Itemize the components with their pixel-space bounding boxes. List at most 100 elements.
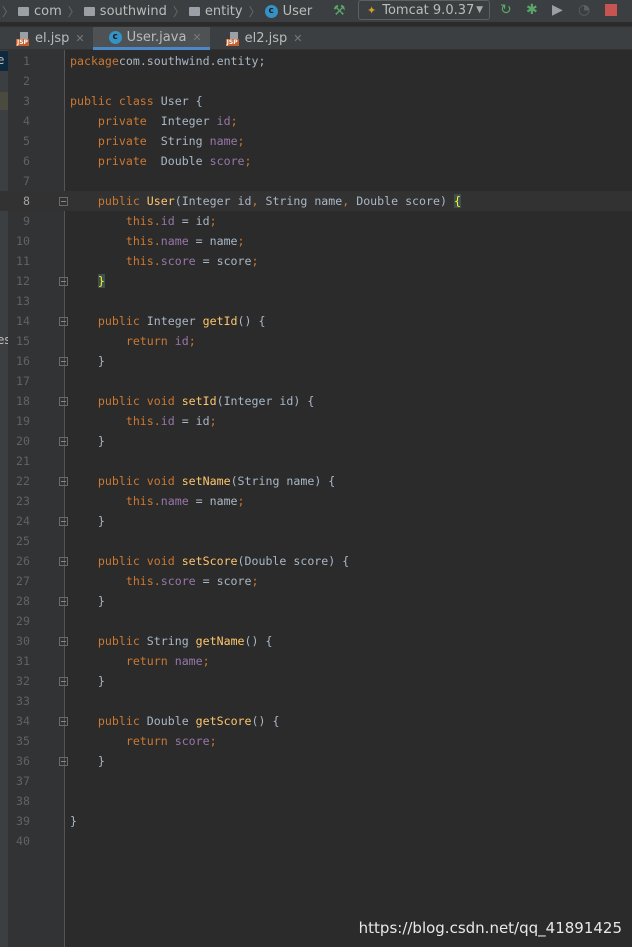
line-number[interactable]: 13 (8, 291, 30, 311)
code-line[interactable]: 12 } (0, 271, 632, 291)
line-number[interactable]: 12 (8, 271, 30, 291)
code-line[interactable]: 3 public class User { (0, 91, 632, 111)
line-number[interactable]: 4 (8, 111, 30, 131)
line-number[interactable]: 3 (8, 91, 30, 111)
line-number[interactable]: 15 (8, 331, 30, 351)
fold-toggle-icon[interactable] (59, 677, 68, 686)
run-configuration-select[interactable]: ✦ Tomcat 9.0.37 ▼ (358, 0, 490, 20)
line-number[interactable]: 30 (8, 631, 30, 651)
close-icon[interactable]: ✕ (192, 31, 201, 44)
code-line[interactable]: 35 return score; (0, 731, 632, 751)
line-number[interactable]: 26 (8, 551, 30, 571)
code-line[interactable]: 5 private String name; (0, 131, 632, 151)
line-number[interactable]: 32 (8, 671, 30, 691)
line-number[interactable]: 31 (8, 651, 30, 671)
code-line[interactable]: 24 } (0, 511, 632, 531)
breadcrumb-southwind[interactable]: southwind (83, 4, 167, 19)
code-line[interactable]: 16 } (0, 351, 632, 371)
code-line[interactable]: 20 } (0, 431, 632, 451)
line-number[interactable]: 38 (8, 791, 30, 811)
line-number[interactable]: 35 (8, 731, 30, 751)
code-editor[interactable]: 1 packagecom.southwind.entity; 2 3 public cl… (0, 51, 632, 851)
code-line[interactable]: 29 (0, 611, 632, 631)
fold-toggle-icon[interactable] (59, 477, 68, 486)
code-line[interactable]: 4 private Integer id; (0, 111, 632, 131)
line-number[interactable]: 9 (8, 211, 30, 231)
code-line[interactable]: 38 (0, 791, 632, 811)
code-line[interactable]: 6 private Double score; (0, 151, 632, 171)
code-line[interactable]: 2 (0, 71, 632, 91)
code-line[interactable]: 37 (0, 771, 632, 791)
line-number[interactable]: 37 (8, 771, 30, 791)
code-line[interactable]: 26 public void setScore(Double score) { (0, 551, 632, 571)
close-icon[interactable]: ✕ (293, 32, 302, 45)
close-icon[interactable]: ✕ (75, 32, 84, 45)
code-line[interactable]: 34 public Double getScore() { (0, 711, 632, 731)
debug-bug-icon[interactable]: ✱ (526, 2, 538, 18)
fold-toggle-icon[interactable] (59, 717, 68, 726)
code-line[interactable]: 27 this.score = score; (0, 571, 632, 591)
code-line[interactable]: 1 packagecom.southwind.entity; (0, 51, 632, 71)
rerun-icon[interactable]: ↻ (500, 2, 512, 18)
code-line[interactable]: 11 this.score = score; (0, 251, 632, 271)
line-number[interactable]: 11 (8, 251, 30, 271)
line-number[interactable]: 16 (8, 351, 30, 371)
fold-toggle-icon[interactable] (59, 597, 68, 606)
fold-toggle-icon[interactable] (59, 517, 68, 526)
fold-toggle-icon[interactable] (59, 197, 68, 206)
tab-user-java[interactable]: c User.java ✕ (92, 27, 210, 50)
code-line[interactable]: 13 (0, 291, 632, 311)
fold-toggle-icon[interactable] (59, 757, 68, 766)
line-number[interactable]: 23 (8, 491, 30, 511)
code-line[interactable]: 18 public void setId(Integer id) { (0, 391, 632, 411)
code-line[interactable]: 32 } (0, 671, 632, 691)
line-number[interactable]: 7 (8, 171, 30, 191)
line-number[interactable]: 2 (8, 71, 30, 91)
line-number[interactable]: 20 (8, 431, 30, 451)
tab-el2-jsp[interactable]: JSP el2.jsp ✕ (210, 27, 311, 50)
breadcrumb-entity[interactable]: entity (188, 4, 243, 19)
fold-toggle-icon[interactable] (59, 317, 68, 326)
code-line[interactable]: 23 this.name = name; (0, 491, 632, 511)
line-number[interactable]: 34 (8, 711, 30, 731)
line-number[interactable]: 19 (8, 411, 30, 431)
line-number[interactable]: 6 (8, 151, 30, 171)
line-number[interactable]: 1 (8, 51, 30, 71)
line-number[interactable]: 17 (8, 371, 30, 391)
line-number[interactable]: 22 (8, 471, 30, 491)
breadcrumb-com[interactable]: com (18, 4, 62, 19)
line-number[interactable]: 39 (8, 811, 30, 831)
fold-toggle-icon[interactable] (59, 397, 68, 406)
code-line[interactable]: 10 this.name = name; (0, 231, 632, 251)
line-number[interactable]: 27 (8, 571, 30, 591)
line-number[interactable]: 25 (8, 531, 30, 551)
fold-toggle-icon[interactable] (59, 557, 68, 566)
fold-toggle-icon[interactable] (59, 637, 68, 646)
stop-icon[interactable] (605, 4, 617, 16)
line-number[interactable]: 8 (8, 191, 30, 211)
fold-toggle-icon[interactable] (59, 277, 68, 286)
code-line[interactable]: 22 public void setName(String name) { (0, 471, 632, 491)
code-line[interactable]: 31 return name; (0, 651, 632, 671)
fold-toggle-icon[interactable] (59, 437, 68, 446)
line-number[interactable]: 40 (8, 831, 30, 851)
code-line[interactable]: 33 (0, 691, 632, 711)
code-line[interactable]: 9 this.id = id; (0, 211, 632, 231)
line-number[interactable]: 18 (8, 391, 30, 411)
code-line[interactable]: 14 public Integer getId() { (0, 311, 632, 331)
run-with-coverage-icon[interactable]: ▶ (552, 2, 563, 18)
line-number[interactable]: 21 (8, 451, 30, 471)
code-line[interactable]: 40 (0, 831, 632, 851)
profile-icon[interactable]: ◔ (578, 2, 590, 18)
line-number[interactable]: 5 (8, 131, 30, 151)
build-hammer-icon[interactable]: ⚒ (333, 3, 346, 19)
code-line[interactable]: 28 } (0, 591, 632, 611)
line-number[interactable]: 28 (8, 591, 30, 611)
code-line[interactable]: 21 (0, 451, 632, 471)
code-line[interactable]: 19 this.id = id; (0, 411, 632, 431)
code-line[interactable]: 39} (0, 811, 632, 831)
breadcrumb-user[interactable]: c User (264, 4, 312, 19)
fold-toggle-icon[interactable] (59, 357, 68, 366)
line-number[interactable]: 24 (8, 511, 30, 531)
line-number[interactable]: 33 (8, 691, 30, 711)
